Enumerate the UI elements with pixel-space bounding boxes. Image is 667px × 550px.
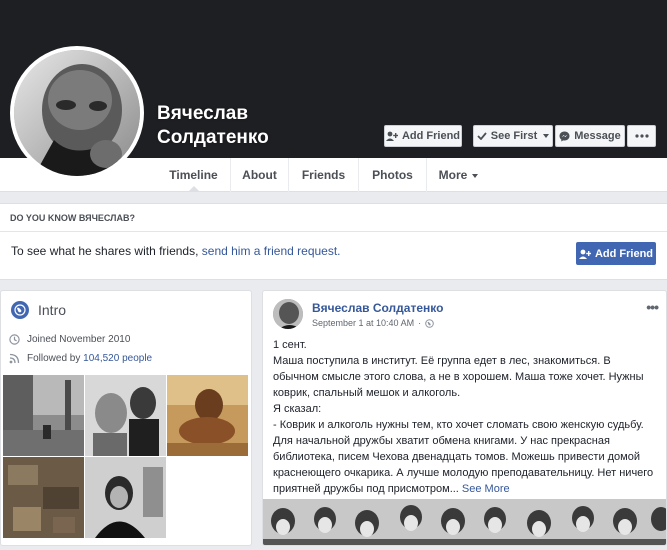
photo-thumbnail[interactable]: [85, 375, 166, 456]
add-friend-icon: [578, 249, 591, 259]
divider: [0, 231, 667, 232]
intro-card: Intro Joined November 2010 Followed by 1…: [0, 290, 252, 546]
message-button[interactable]: Message: [555, 125, 625, 147]
intro-title: Intro: [38, 302, 67, 318]
clock-icon: [9, 334, 20, 345]
photo-thumbnail[interactable]: [167, 375, 248, 456]
followers-link[interactable]: 104,520 people: [83, 353, 152, 364]
tab-photos[interactable]: Photos: [358, 158, 426, 192]
photo-thumbnail[interactable]: [3, 375, 84, 456]
messenger-icon: [559, 131, 570, 141]
tab-friends[interactable]: Friends: [288, 158, 358, 192]
add-friend-primary-button[interactable]: Add Friend: [576, 242, 656, 265]
ellipsis-icon: [634, 134, 649, 138]
globe-icon: [11, 301, 29, 319]
globe-icon: [425, 318, 434, 328]
followers-info: Followed by 104,520 people: [9, 353, 152, 364]
add-friend-icon: [385, 131, 398, 141]
checkmark-icon: [477, 132, 487, 140]
joined-info: Joined November 2010: [9, 334, 130, 345]
timeline-post: Вячеслав Солдатенко September 1 at 10:40…: [262, 290, 667, 546]
photo-thumbnail[interactable]: [85, 457, 166, 538]
chevron-down-icon: [472, 173, 479, 178]
post-body: 1 сент. Маша поступила в институт. Её гр…: [273, 339, 654, 495]
friend-request-prompt: Do you know Вячеслав? To see what he sha…: [0, 203, 667, 280]
add-friend-button[interactable]: Add Friend: [384, 125, 462, 147]
see-first-button[interactable]: See First: [473, 125, 553, 147]
post-options-icon[interactable]: •••: [646, 299, 659, 315]
see-more-link[interactable]: See More: [462, 483, 510, 495]
more-options-button[interactable]: [627, 125, 656, 147]
rss-icon: [9, 353, 20, 364]
post-author-name[interactable]: Вячеслав Солдатенко: [312, 301, 443, 315]
profile-picture[interactable]: [10, 46, 144, 180]
tab-timeline[interactable]: Timeline: [157, 158, 230, 192]
chevron-down-icon: [543, 134, 550, 138]
prompt-text: To see what he shares with friends, send…: [11, 244, 341, 258]
post-image[interactable]: [263, 499, 666, 545]
profile-name[interactable]: Вячеслав Солдатенко: [157, 102, 357, 150]
prompt-title: Do you know Вячеслав?: [10, 213, 135, 223]
friend-request-link[interactable]: send him a friend request.: [202, 244, 341, 258]
post-timestamp: September 1 at 10:40 AM ·: [312, 318, 434, 328]
photo-thumbnail[interactable]: [3, 457, 84, 538]
tab-about[interactable]: About: [230, 158, 288, 192]
tab-more[interactable]: More: [426, 158, 490, 192]
post-author-avatar[interactable]: [273, 299, 303, 329]
